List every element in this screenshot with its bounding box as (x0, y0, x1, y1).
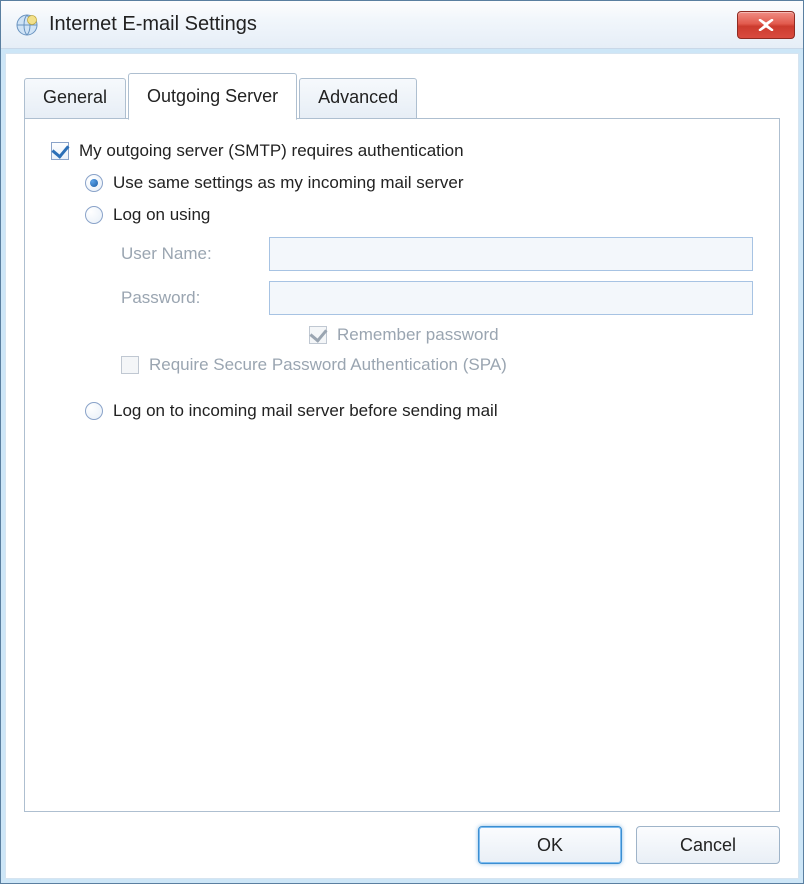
label-log-on-incoming: Log on to incoming mail server before se… (113, 401, 498, 421)
row-user-name: User Name: (121, 237, 753, 271)
row-use-same: Use same settings as my incoming mail se… (85, 173, 753, 193)
close-icon (757, 19, 775, 31)
tab-general[interactable]: General (24, 78, 126, 119)
tabpanel-outgoing-server: My outgoing server (SMTP) requires authe… (24, 118, 780, 812)
checkbox-requires-auth[interactable] (51, 142, 69, 160)
radio-log-on-using[interactable] (85, 206, 103, 224)
row-password: Password: (121, 281, 753, 315)
title-bar: Internet E-mail Settings (1, 1, 803, 49)
radio-log-on-incoming[interactable] (85, 402, 103, 420)
tab-outgoing-server[interactable]: Outgoing Server (128, 73, 297, 120)
tab-advanced[interactable]: Advanced (299, 78, 417, 119)
label-requires-auth: My outgoing server (SMTP) requires authe… (79, 141, 464, 161)
app-icon (15, 13, 39, 37)
radio-use-same-settings[interactable] (85, 174, 103, 192)
label-use-same-settings: Use same settings as my incoming mail se… (113, 173, 464, 193)
cancel-button[interactable]: Cancel (636, 826, 780, 864)
label-password: Password: (121, 288, 269, 308)
label-remember-password: Remember password (337, 325, 499, 345)
window-title: Internet E-mail Settings (49, 13, 737, 36)
checkbox-require-spa[interactable] (121, 356, 139, 374)
row-remember-password: Remember password (309, 325, 753, 345)
tabstrip: General Outgoing Server Advanced (24, 72, 780, 119)
row-requires-auth: My outgoing server (SMTP) requires authe… (51, 141, 753, 161)
label-require-spa: Require Secure Password Authentication (… (149, 355, 507, 375)
button-bar: OK Cancel (24, 812, 780, 864)
input-user-name[interactable] (269, 237, 753, 271)
input-password[interactable] (269, 281, 753, 315)
ok-button[interactable]: OK (478, 826, 622, 864)
dialog-inner: General Outgoing Server Advanced My outg… (5, 53, 799, 879)
close-button[interactable] (737, 11, 795, 39)
row-require-spa: Require Secure Password Authentication (… (121, 355, 753, 375)
label-user-name: User Name: (121, 244, 269, 264)
row-log-on-incoming: Log on to incoming mail server before se… (85, 401, 753, 421)
label-log-on-using: Log on using (113, 205, 210, 225)
row-log-on-using: Log on using (85, 205, 753, 225)
dialog-window: Internet E-mail Settings General Outgoin… (0, 0, 804, 884)
dialog-body: General Outgoing Server Advanced My outg… (1, 49, 803, 883)
checkbox-remember-password[interactable] (309, 326, 327, 344)
